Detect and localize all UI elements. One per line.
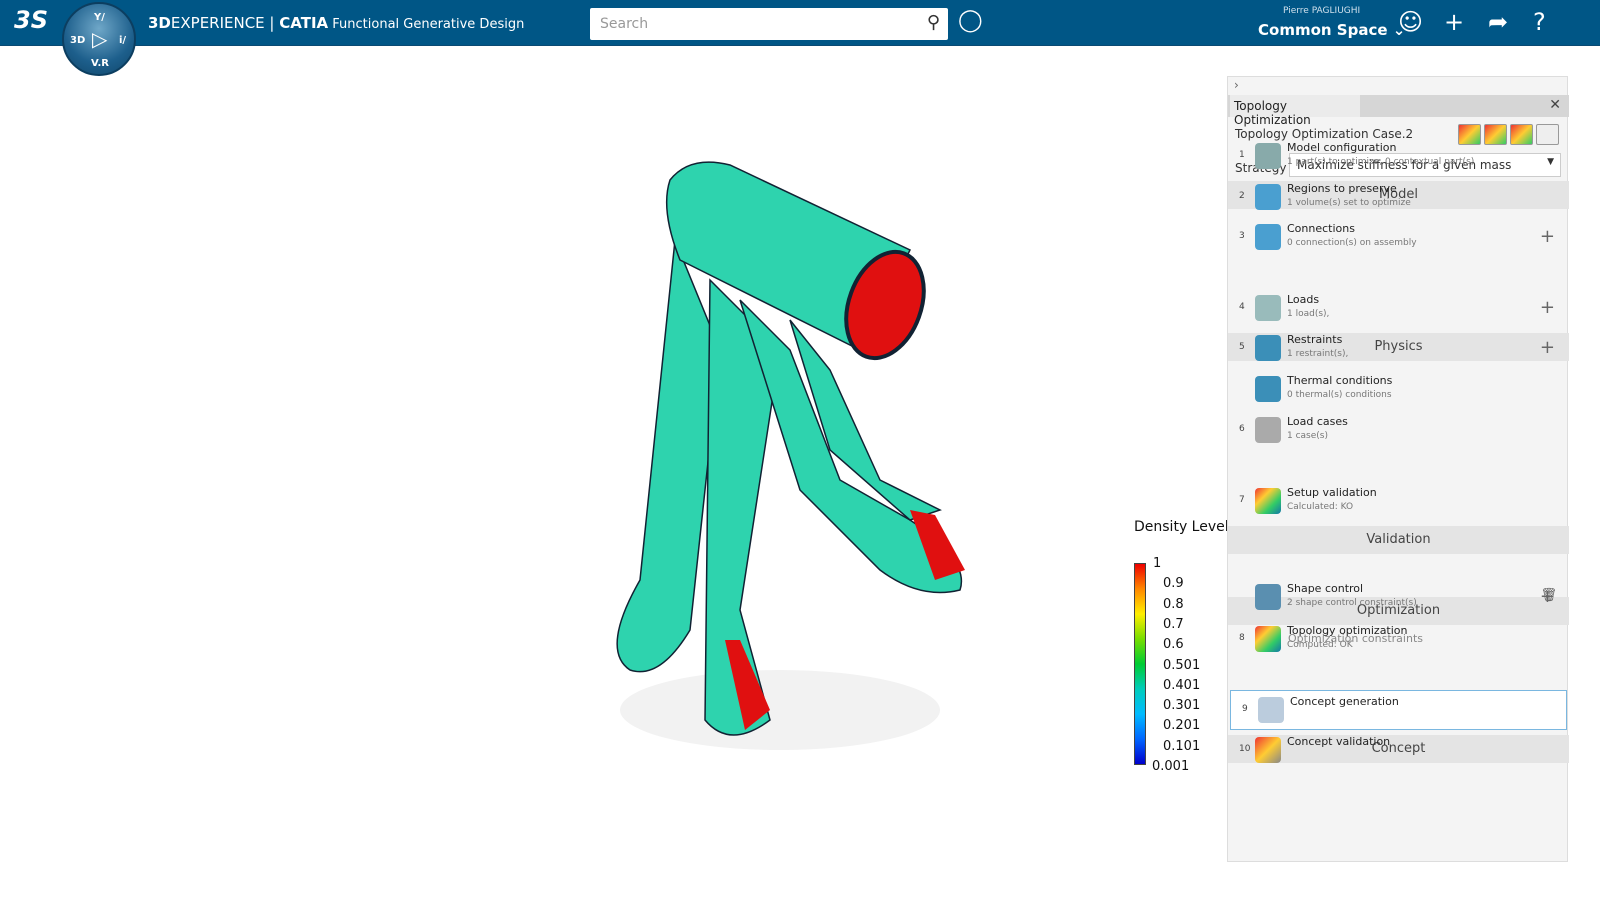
- legend-tick: 0.401: [1163, 677, 1201, 693]
- legend-tick: 0.6: [1163, 637, 1184, 653]
- list-item[interactable]: 4 Loads 1 load(s), +: [1228, 289, 1569, 329]
- legend-tick: 0.301: [1163, 698, 1201, 714]
- expand-icon[interactable]: ›: [1234, 78, 1239, 92]
- list-item[interactable]: 2 Regions to preserve 1 volume(s) set to…: [1228, 178, 1569, 218]
- share-icon[interactable]: ➦: [1488, 8, 1508, 36]
- 3ds-logo-icon[interactable]: 3S: [14, 6, 48, 34]
- user-name: Pierre PAGLIUGHI: [1283, 6, 1361, 16]
- list-item[interactable]: 6 Load cases 1 case(s): [1228, 411, 1569, 451]
- add-icon[interactable]: +: [1540, 297, 1555, 318]
- legend-tick: 0.7: [1163, 616, 1184, 632]
- delete-icon[interactable]: 🗑: [1540, 588, 1557, 603]
- list-item[interactable]: 5 Restraints 1 restraint(s), +: [1228, 329, 1569, 369]
- list-item[interactable]: 8 Topology optimization Computed: OK: [1228, 620, 1569, 660]
- item-icon: [1255, 626, 1281, 652]
- list-item[interactable]: 10 Concept validation: [1228, 731, 1569, 771]
- list-item[interactable]: 7 Setup validation Calculated: KO: [1228, 482, 1569, 522]
- play-icon: ▷: [92, 27, 108, 51]
- legend-tick: 0.501: [1163, 657, 1201, 673]
- color-scale: [1134, 563, 1146, 765]
- item-icon: [1255, 737, 1281, 763]
- section-validation: Validation: [1228, 526, 1569, 554]
- list-item[interactable]: 3 Connections 0 connection(s) on assembl…: [1228, 218, 1569, 258]
- profile-icon[interactable]: ☺: [1398, 8, 1423, 36]
- list-item[interactable]: 1 Model configuration 1 part(s) to optim…: [1228, 137, 1569, 177]
- add-icon[interactable]: +: [1540, 226, 1555, 247]
- 3d-part-viewer[interactable]: [580, 150, 1000, 770]
- legend-tick: 0.101: [1163, 738, 1201, 754]
- legend-tick: 0.001: [1152, 759, 1190, 774]
- legend-tick: 0.8: [1163, 596, 1184, 612]
- add-icon[interactable]: +: [1540, 337, 1555, 358]
- add-icon[interactable]: +: [1444, 8, 1464, 36]
- item-icon: [1255, 417, 1281, 443]
- legend-tick: 1: [1153, 556, 1162, 571]
- legend-title: Density Level.1: [1134, 519, 1242, 535]
- topology-optimization-panel: › Topology Optimization ✕ Topology Optim…: [1227, 76, 1569, 862]
- top-bar: 3S 3DEXPERIENCE | CATIA Functional Gener…: [0, 0, 1600, 46]
- item-icon: [1255, 584, 1281, 610]
- item-icon: [1255, 295, 1281, 321]
- item-icon: [1255, 335, 1281, 361]
- list-item[interactable]: Shape control 2 shape control constraint…: [1228, 578, 1569, 618]
- search-icon[interactable]: ⚲: [927, 12, 940, 33]
- list-item[interactable]: Thermal conditions 0 thermal(s) conditio…: [1228, 370, 1569, 410]
- item-icon: [1255, 224, 1281, 250]
- item-icon: [1255, 143, 1281, 169]
- tag-icon[interactable]: ◯: [958, 8, 983, 33]
- legend-tick: 0.9: [1163, 576, 1184, 592]
- item-icon: [1255, 488, 1281, 514]
- item-icon: [1255, 376, 1281, 402]
- tab-topology-optimization[interactable]: Topology Optimization: [1230, 95, 1360, 127]
- space-selector[interactable]: Common Space ⌄: [1258, 21, 1405, 39]
- part-body: [616, 161, 963, 736]
- list-item[interactable]: 9 Concept generation: [1230, 690, 1567, 730]
- shadow: [620, 670, 940, 750]
- compass-widget[interactable]: Y/ 3D ▷ i/ V.R: [62, 2, 136, 76]
- item-icon: [1258, 697, 1284, 723]
- close-icon[interactable]: ✕: [1549, 97, 1561, 113]
- search-input[interactable]: Search ⚲: [590, 8, 948, 40]
- legend-tick: 0.201: [1163, 718, 1201, 734]
- item-icon: [1255, 184, 1281, 210]
- help-icon[interactable]: ?: [1533, 8, 1546, 36]
- app-title: 3DEXPERIENCE | CATIA Functional Generati…: [148, 14, 525, 32]
